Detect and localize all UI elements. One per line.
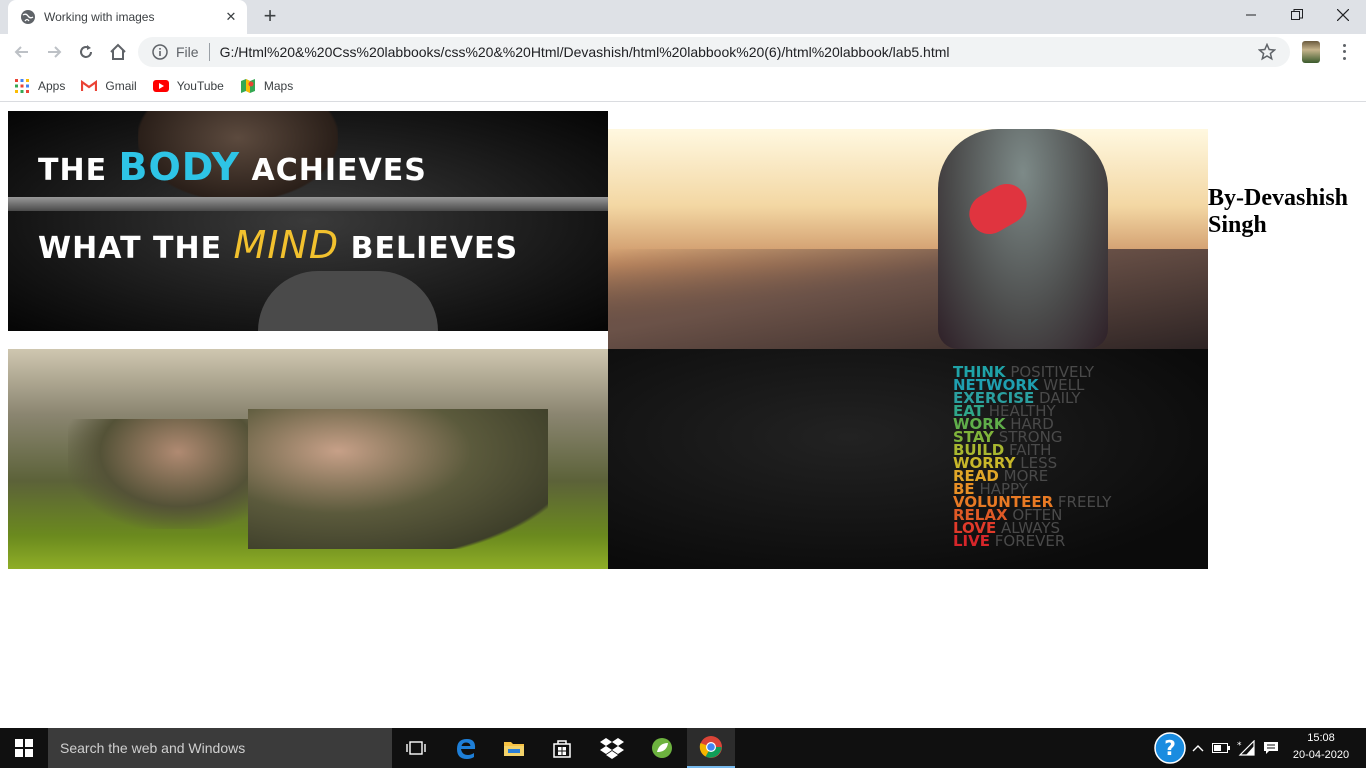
spring-leaf-icon	[652, 738, 672, 758]
profile-avatar[interactable]	[1302, 41, 1320, 63]
bookmark-label: Gmail	[105, 78, 137, 93]
motivation-adverb: FOREVER	[994, 532, 1066, 550]
svg-text:*: *	[1237, 741, 1242, 751]
new-tab-button[interactable]: +	[258, 5, 282, 28]
author-heading: By-Devashish Singh	[1208, 185, 1349, 238]
search-placeholder: Search the web and Windows	[60, 740, 246, 756]
edge-taskbar-button[interactable]	[442, 728, 490, 768]
image-text-line1: THE BODY ACHIEVES	[38, 145, 427, 189]
bookmark-label: Maps	[263, 78, 294, 93]
bookmarks-bar: Apps Gmail YouTube Maps	[0, 70, 1366, 102]
bookmark-maps[interactable]: Maps	[240, 78, 293, 94]
chrome-icon	[699, 736, 722, 758]
globe-icon	[21, 10, 35, 24]
bookmark-label: YouTube	[176, 78, 224, 93]
windows-logo-icon	[15, 739, 33, 757]
wifi-icon: *	[1237, 740, 1255, 756]
bookmark-label: Apps	[38, 78, 66, 93]
reload-icon	[80, 45, 92, 58]
show-hidden-icons-button[interactable]	[1188, 728, 1208, 768]
spring-taskbar-button[interactable]	[638, 728, 686, 768]
info-icon	[152, 44, 168, 60]
store-icon	[553, 740, 571, 758]
action-center-icon	[1264, 742, 1278, 754]
home-icon	[110, 43, 126, 60]
tab-close-icon[interactable]: ✕	[223, 9, 239, 25]
youtube-icon	[152, 78, 169, 94]
tab-strip: Working with images ✕ +	[0, 0, 1366, 34]
minimize-icon	[1246, 14, 1256, 16]
help-tray-button[interactable]: ?	[1152, 728, 1188, 768]
gmail-icon	[81, 78, 98, 94]
dropbox-taskbar-button[interactable]	[588, 728, 636, 768]
folder-icon	[504, 742, 524, 756]
chevron-up-icon	[1192, 745, 1204, 752]
minimize-button[interactable]	[1228, 0, 1274, 30]
battery-icon	[1212, 743, 1230, 753]
store-taskbar-button[interactable]	[538, 728, 586, 768]
dropbox-icon	[600, 738, 624, 759]
maps-icon	[240, 78, 256, 94]
url-text[interactable]: G:/Html%20&%20Css%20labbooks/css%20&%20H…	[220, 44, 950, 60]
svg-text:?: ?	[1164, 736, 1176, 760]
military-pushup-image	[8, 349, 608, 569]
motivation-row: LIVE FOREVER	[953, 532, 1111, 550]
motivation-list: THINK POSITIVELY NETWORK WELL EXERCISE DAI…	[953, 365, 1112, 550]
arrow-left-icon	[14, 46, 28, 58]
wifi-tray-button[interactable]: *	[1234, 728, 1258, 768]
help-icon: ?	[1154, 732, 1186, 764]
taskbar-search-box[interactable]: Search the web and Windows	[48, 728, 392, 768]
windows-taskbar: Search the web and Windows ? * 15:08 20-…	[0, 728, 1366, 768]
restore-button[interactable]	[1274, 0, 1320, 30]
motivation-adverb: FREELY	[1057, 493, 1112, 511]
omnibox-divider	[208, 43, 210, 61]
page-content: THE BODY ACHIEVES WHAT THE MIND BELIEVES…	[0, 103, 1366, 728]
apps-grid-icon	[14, 78, 30, 94]
chrome-taskbar-button[interactable]	[687, 728, 735, 768]
close-window-button[interactable]	[1320, 0, 1366, 30]
file-explorer-taskbar-button[interactable]	[490, 728, 538, 768]
bookmark-star-icon[interactable]	[1258, 43, 1276, 61]
runner-image	[608, 129, 1208, 349]
clock-time: 15:08	[1307, 732, 1335, 744]
start-button[interactable]	[0, 728, 48, 768]
clock-date: 20-04-2020	[1292, 749, 1350, 761]
browser-toolbar: File G:/Html%20&%20Css%20labbooks/css%20…	[0, 34, 1366, 70]
task-view-icon	[406, 741, 426, 755]
bookmark-gmail[interactable]: Gmail	[81, 78, 137, 94]
reload-button[interactable]	[74, 40, 98, 64]
browser-menu-icon[interactable]	[1336, 42, 1352, 62]
image-text-line2: WHAT THE MIND BELIEVES	[38, 223, 519, 267]
close-icon	[1337, 9, 1349, 21]
scheme-label: File	[176, 44, 199, 60]
home-button[interactable]	[106, 40, 130, 64]
arrow-right-icon	[48, 46, 62, 58]
bookmark-apps[interactable]: Apps	[14, 78, 65, 94]
taskbar-clock[interactable]: 15:08 20-04-2020	[1288, 730, 1354, 764]
forward-button[interactable]	[42, 40, 66, 64]
notifications-tray-button[interactable]	[1258, 728, 1284, 768]
edge-icon	[457, 739, 476, 759]
browser-tab[interactable]: Working with images ✕	[8, 0, 247, 34]
bookmark-youtube[interactable]: YouTube	[152, 78, 224, 94]
motivation-verb: LIVE	[953, 532, 990, 550]
back-button[interactable]	[10, 40, 34, 64]
task-view-button[interactable]	[392, 728, 440, 768]
restore-icon	[1291, 9, 1303, 20]
body-mind-image: THE BODY ACHIEVES WHAT THE MIND BELIEVES	[8, 111, 608, 331]
think-positively-image: THINK POSITIVELY NETWORK WELL EXERCISE DAI…	[608, 349, 1208, 569]
tab-title: Working with images	[44, 10, 155, 24]
battery-tray-button[interactable]	[1210, 728, 1232, 768]
address-bar[interactable]: File G:/Html%20&%20Css%20labbooks/css%20…	[138, 37, 1290, 67]
